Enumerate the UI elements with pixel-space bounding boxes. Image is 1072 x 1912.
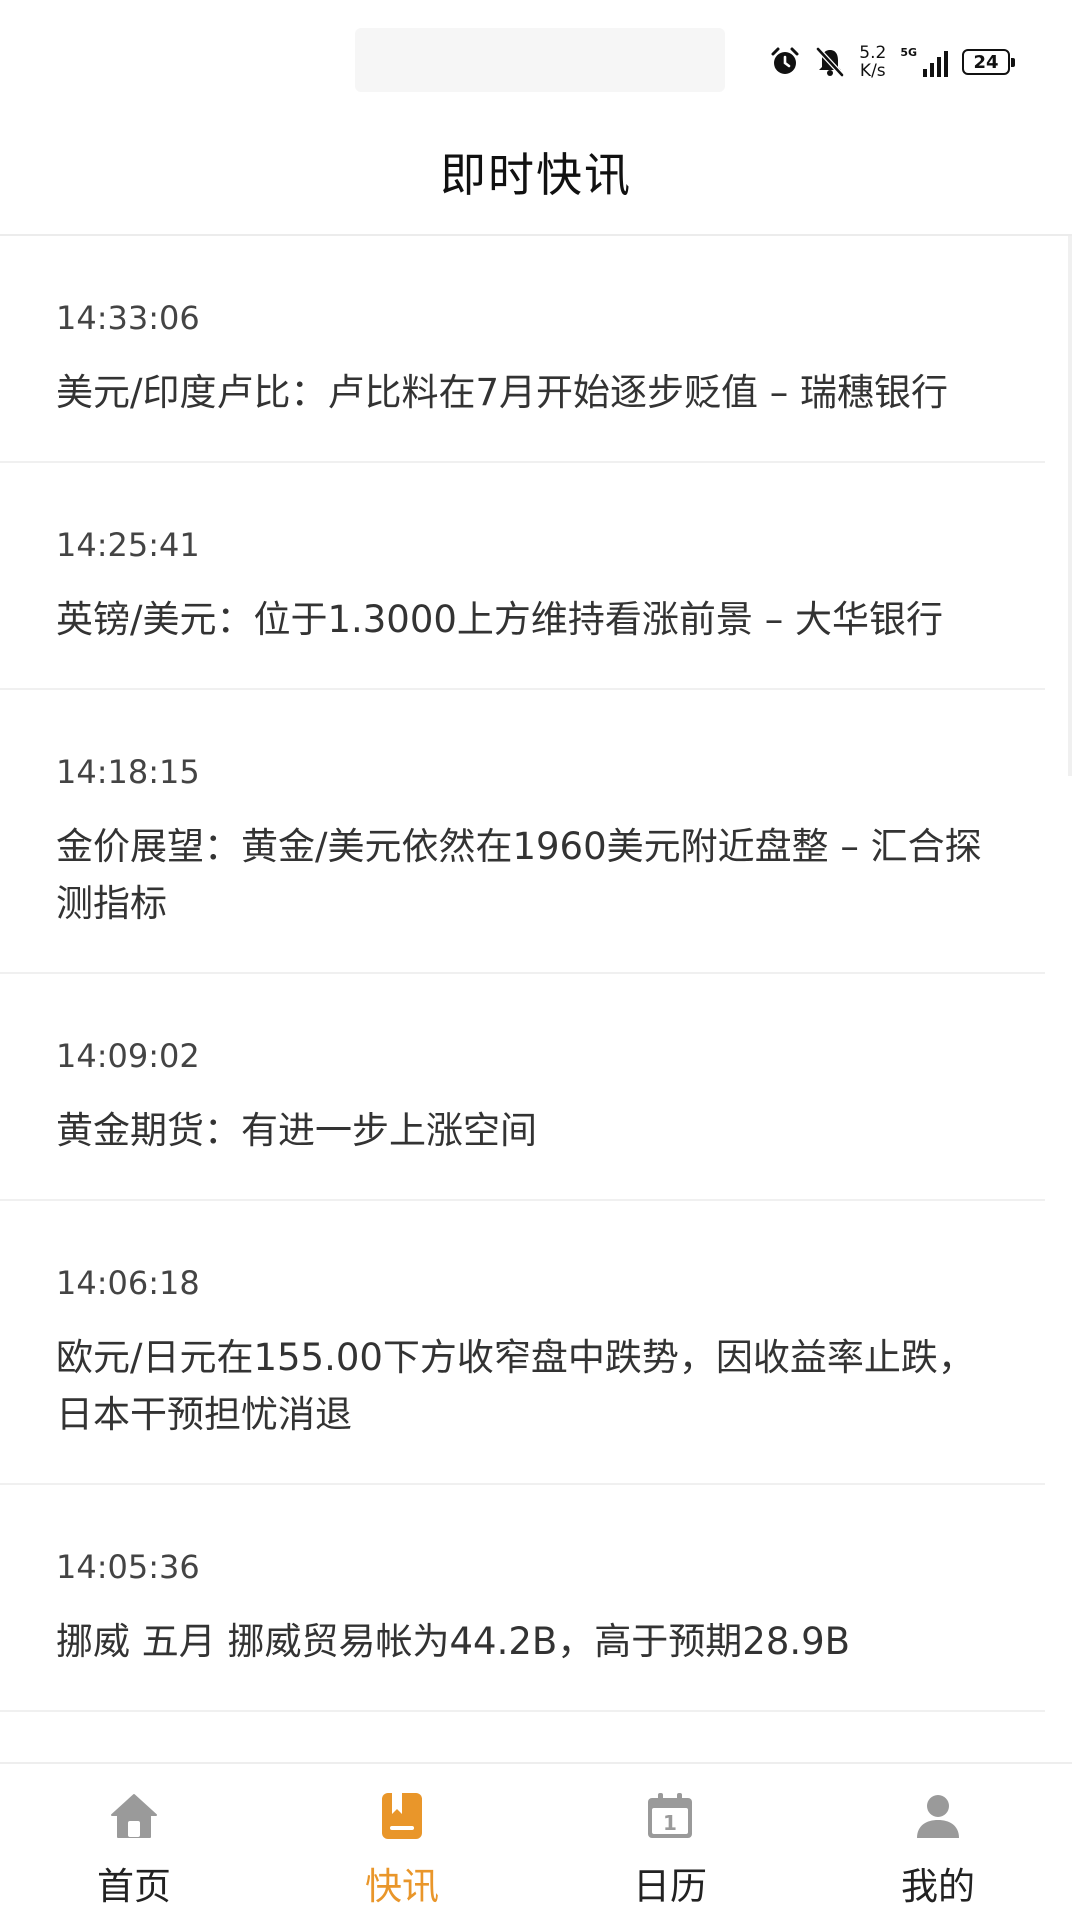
battery-icon: 24 xyxy=(962,49,1015,75)
network-type: 5G xyxy=(900,46,917,59)
news-headline: 欧元/日元在155.00下方收窄盘中跌势，因收益率止跌，日本干预担忧消退 xyxy=(56,1336,975,1436)
tab-news[interactable]: 快讯 xyxy=(268,1764,536,1912)
news-item[interactable]: 14:05:36 挪威 五月 挪威贸易帐为44.2B，高于预期28.9B xyxy=(0,1485,1045,1712)
news-headline: 金价展望：黄金/美元依然在1960美元附近盘整 – 汇合探测指标 xyxy=(56,825,982,925)
battery-level: 24 xyxy=(973,51,999,73)
tab-home[interactable]: 首页 xyxy=(0,1764,268,1912)
news-time: 14:18:15 xyxy=(56,753,200,791)
svg-text:1: 1 xyxy=(663,1811,677,1835)
news-item[interactable]: 14:06:18 欧元/日元在155.00下方收窄盘中跌势，因收益率止跌，日本干… xyxy=(0,1201,1045,1485)
news-time: 14:33:06 xyxy=(56,299,200,337)
news-time: 14:06:18 xyxy=(56,1264,200,1302)
net-speed: 5.2 K/s xyxy=(859,44,886,80)
status-bar-blurred-area xyxy=(355,28,725,92)
news-time: 14:09:02 xyxy=(56,1037,200,1075)
news-feed[interactable]: 14:33:06 美元/印度卢比：卢比料在7月开始逐步贬值 – 瑞穗银行 14:… xyxy=(0,236,1045,1762)
news-item[interactable]: 14:18:15 金价展望：黄金/美元依然在1960美元附近盘整 – 汇合探测指… xyxy=(0,690,1045,974)
mute-icon xyxy=(815,46,845,78)
news-icon xyxy=(376,1790,428,1842)
news-headline: 英镑/美元：位于1.3000上方维持看涨前景 – 大华银行 xyxy=(56,598,943,641)
news-item[interactable]: 14:33:06 美元/印度卢比：卢比料在7月开始逐步贬值 – 瑞穗银行 xyxy=(0,236,1045,463)
page-title: 即时快讯 xyxy=(440,148,632,202)
tab-calendar-label: 日历 xyxy=(633,1865,707,1908)
status-bar: 5.2 K/s 5G 24 xyxy=(0,0,1072,110)
signal-icon: 5G xyxy=(900,47,948,77)
news-item[interactable]: 14:09:02 黄金期货：有进一步上涨空间 xyxy=(0,974,1045,1201)
page-header: 即时快讯 xyxy=(0,110,1072,236)
scrollbar[interactable] xyxy=(1068,236,1072,776)
user-icon xyxy=(912,1790,964,1842)
tab-profile[interactable]: 我的 xyxy=(804,1764,1072,1912)
news-headline: 美元/印度卢比：卢比料在7月开始逐步贬值 – 瑞穗银行 xyxy=(56,371,949,414)
calendar-icon: 1 xyxy=(644,1790,696,1842)
news-headline: 黄金期货：有进一步上涨空间 xyxy=(56,1109,537,1152)
tab-profile-label: 我的 xyxy=(901,1865,975,1908)
net-speed-value: 5.2 xyxy=(859,43,887,63)
alarm-icon xyxy=(769,46,801,78)
news-time: 14:25:41 xyxy=(56,526,200,564)
tab-home-label: 首页 xyxy=(97,1865,171,1908)
tab-calendar[interactable]: 1 日历 xyxy=(536,1764,804,1912)
status-icons: 5.2 K/s 5G 24 xyxy=(769,40,1015,84)
news-headline: 挪威 五月 挪威贸易帐为44.2B，高于预期28.9B xyxy=(56,1620,851,1663)
news-time: 14:05:36 xyxy=(56,1548,200,1586)
net-speed-unit: K/s xyxy=(859,61,886,81)
home-icon xyxy=(108,1790,160,1842)
bottom-tab-bar: 首页 快讯 1 日历 我的 xyxy=(0,1762,1072,1912)
news-item[interactable]: 14:25:41 英镑/美元：位于1.3000上方维持看涨前景 – 大华银行 xyxy=(0,463,1045,690)
tab-news-label: 快讯 xyxy=(365,1865,439,1908)
